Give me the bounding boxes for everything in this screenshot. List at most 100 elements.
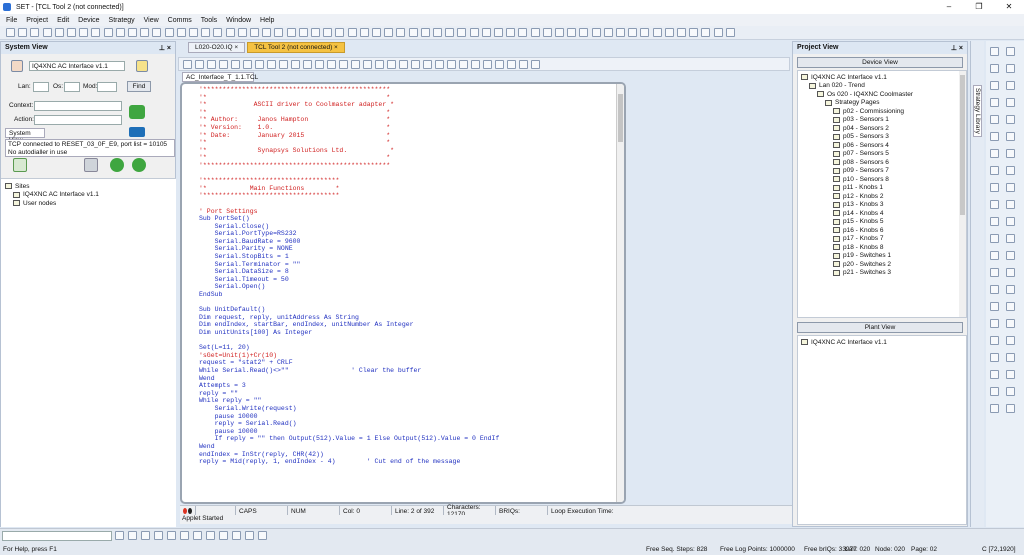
editor-tool-icon[interactable] (411, 60, 420, 69)
toolbar-button-icon[interactable] (347, 28, 357, 37)
tree-item[interactable]: p04 - Sensors 2 (801, 124, 963, 133)
toolbar-button-icon[interactable] (469, 28, 479, 37)
code-line[interactable]: Serial.Open() (199, 283, 624, 291)
os-input[interactable] (64, 82, 80, 92)
palette-module-icon[interactable] (990, 268, 999, 277)
palette-module-icon[interactable] (990, 64, 999, 73)
code-line[interactable]: If reply = "" then Output(512).Value = 1… (199, 435, 624, 443)
bottom-tool-icon[interactable] (232, 531, 241, 540)
tree-item[interactable]: Lan 020 - Trend (801, 82, 963, 91)
palette-module-icon[interactable] (1006, 149, 1015, 158)
bottom-tool-icon[interactable] (128, 531, 137, 540)
toolbar-button-icon[interactable] (298, 28, 308, 37)
tree-item[interactable]: p17 - Knobs 7 (801, 235, 963, 244)
code-line[interactable]: '* Author: Janos Hampton * (199, 116, 624, 124)
editor-tool-icon[interactable] (483, 60, 492, 69)
toolbar-button-icon[interactable] (396, 28, 406, 37)
command-input[interactable] (2, 531, 112, 541)
tree-item[interactable]: p15 - Knobs 5 (801, 218, 963, 227)
warning-icon[interactable] (136, 60, 148, 72)
code-line[interactable]: '*********************************** (199, 177, 624, 185)
code-line[interactable]: '* * (199, 94, 624, 102)
palette-module-icon[interactable] (1006, 115, 1015, 124)
toolbar-button-icon[interactable] (128, 28, 137, 37)
toolbar-button-icon[interactable] (567, 28, 577, 37)
editor-tool-icon[interactable] (387, 60, 396, 69)
palette-module-icon[interactable] (1006, 217, 1015, 226)
palette-module-icon[interactable] (990, 285, 999, 294)
editor-tool-icon[interactable] (315, 60, 324, 69)
code-line[interactable]: reply = "" (199, 390, 624, 398)
code-line[interactable]: endIndex = InStr(reply, CHR(42)) (199, 451, 624, 459)
close-button[interactable]: ✕ (994, 0, 1024, 14)
code-line[interactable]: Wend (199, 375, 624, 383)
palette-module-icon[interactable] (1006, 81, 1015, 90)
pane-pin-icon[interactable]: ⊥ × (951, 44, 963, 52)
toolbar-button-icon[interactable] (518, 28, 528, 37)
toolbar-button-icon[interactable] (335, 28, 345, 37)
toolbar-button-icon[interactable] (701, 28, 711, 37)
toolbar-button-icon[interactable] (91, 28, 101, 37)
editor-tool-icon[interactable] (303, 60, 312, 69)
disconnect-icon[interactable] (84, 158, 98, 172)
toolbar-button-icon[interactable] (103, 28, 113, 37)
code-line[interactable]: Serial.Close() (199, 223, 624, 231)
bottom-tool-icon[interactable] (206, 531, 215, 540)
code-line[interactable]: Serial.Write(request) (199, 405, 624, 413)
toolbar-button-icon[interactable] (225, 28, 235, 37)
code-line[interactable]: Dim request, reply, unitAddress As Strin… (199, 314, 624, 322)
toolbar-button-icon[interactable] (555, 28, 564, 37)
mod-input[interactable] (97, 82, 117, 92)
code-line[interactable]: ' Port Settings (199, 208, 624, 216)
palette-module-icon[interactable] (990, 81, 999, 90)
code-line[interactable]: pause 10000 (199, 428, 624, 436)
palette-module-icon[interactable] (990, 200, 999, 209)
editor-tool-icon[interactable] (291, 60, 300, 69)
palette-module-icon[interactable] (990, 166, 999, 175)
toolbar-button-icon[interactable] (542, 28, 552, 37)
bottom-tool-icon[interactable] (258, 531, 267, 540)
device-view-button[interactable]: Device View (797, 57, 963, 68)
bottom-tool-icon[interactable] (193, 531, 202, 540)
code-line[interactable]: 'sGet=Unit(1)+Cr(10) (199, 352, 624, 360)
toolbar-button-icon[interactable] (189, 28, 198, 37)
palette-module-icon[interactable] (1006, 285, 1015, 294)
code-line[interactable]: '* Version: 1.0. * (199, 124, 624, 132)
plant-view-button[interactable]: Plant View (797, 322, 963, 333)
code-line[interactable]: Serial.BaudRate = 9600 (199, 238, 624, 246)
sync-icon[interactable] (132, 158, 146, 172)
code-line[interactable]: Set(L=11, 20) (199, 344, 624, 352)
bottom-tool-icon[interactable] (219, 531, 228, 540)
tree-item[interactable]: p13 - Knobs 3 (801, 201, 963, 210)
toolbar-button-icon[interactable] (725, 28, 735, 37)
bottom-tool-icon[interactable] (180, 531, 189, 540)
palette-module-icon[interactable] (990, 336, 999, 345)
tab-tcl-tool[interactable]: TCL Tool 2 (not connected) × (247, 42, 345, 53)
palette-module-icon[interactable] (990, 234, 999, 243)
code-text[interactable]: '***************************************… (182, 84, 624, 466)
toolbar-button-icon[interactable] (237, 28, 247, 37)
code-line[interactable]: '* ASCII driver to Coolmaster adapter * (199, 101, 624, 109)
code-line[interactable]: Sub PortSet() (199, 215, 624, 223)
palette-module-icon[interactable] (1006, 353, 1015, 362)
code-line[interactable]: '* Main Functions * (199, 185, 624, 193)
lan-input[interactable] (33, 82, 49, 92)
toolbar-button-icon[interactable] (18, 28, 28, 37)
code-editor[interactable]: '***************************************… (180, 82, 626, 504)
toolbar-button-icon[interactable] (201, 28, 211, 37)
toolbar-button-icon[interactable] (579, 28, 589, 37)
toolbar-button-icon[interactable] (286, 28, 296, 37)
code-line[interactable]: Attempts = 3 (199, 382, 624, 390)
palette-module-icon[interactable] (990, 183, 999, 192)
code-line[interactable]: '* * (199, 154, 624, 162)
toolbar-button-icon[interactable] (616, 28, 625, 37)
code-line[interactable]: While Serial.Read()<>"" ' Clear the buff… (199, 367, 624, 375)
device-tree-scrollbar[interactable] (959, 71, 966, 317)
code-line[interactable]: reply = Serial.Read() (199, 420, 624, 428)
find-button[interactable]: Find (127, 81, 151, 92)
toolbar-button-icon[interactable] (530, 28, 540, 37)
palette-module-icon[interactable] (990, 149, 999, 158)
palette-module-icon[interactable] (990, 387, 999, 396)
editor-tool-icon[interactable] (183, 60, 192, 69)
toolbar-button-icon[interactable] (6, 28, 15, 37)
